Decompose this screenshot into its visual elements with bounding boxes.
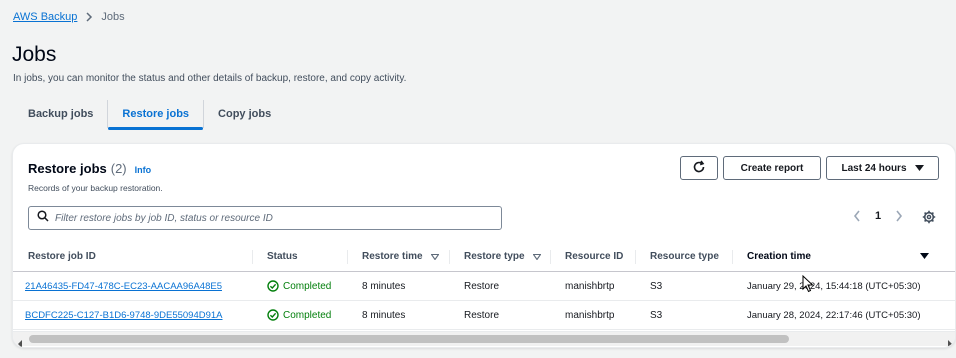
resource-type: S3 bbox=[650, 280, 663, 292]
page-title: Jobs bbox=[12, 43, 57, 66]
check-circle-icon bbox=[267, 280, 279, 292]
job-id-link[interactable]: BCDFC225-C127-B1D6-9748-9DE55094D91A bbox=[25, 310, 223, 321]
column-status[interactable]: Status bbox=[253, 242, 348, 271]
create-report-button[interactable]: Create report bbox=[723, 156, 821, 180]
resource-id: manishbrtp bbox=[565, 280, 615, 292]
restore-jobs-panel: Restore jobs (2) Info Records of your ba… bbox=[12, 143, 956, 348]
check-circle-icon bbox=[267, 309, 279, 321]
restore-type: Restore bbox=[464, 280, 500, 292]
resource-type: S3 bbox=[650, 309, 663, 321]
tab-copy-jobs[interactable]: Copy jobs bbox=[204, 98, 285, 130]
restore-jobs-table: Restore job ID Status Restore time Resto… bbox=[13, 242, 955, 330]
job-count: (2) bbox=[110, 161, 127, 176]
column-resource-type[interactable]: Resource type bbox=[636, 242, 733, 271]
mouse-cursor-icon bbox=[802, 274, 814, 298]
status-badge: Completed bbox=[267, 280, 331, 292]
breadcrumb-jobs: Jobs bbox=[101, 11, 125, 23]
breadcrumb-aws-backup[interactable]: AWS Backup bbox=[13, 11, 77, 23]
tab-backup-jobs[interactable]: Backup jobs bbox=[14, 98, 107, 130]
tab-restore-jobs[interactable]: Restore jobs bbox=[108, 98, 203, 130]
refresh-icon bbox=[692, 160, 706, 177]
chevron-right-icon bbox=[85, 12, 93, 22]
resource-id: manishbrtp bbox=[565, 309, 615, 321]
info-link[interactable]: Info bbox=[135, 165, 152, 175]
column-restore-time-label: Restore time bbox=[362, 251, 423, 262]
table-row: 21A46435-FD47-478C-EC23-AACAA96A48E5 Com… bbox=[13, 272, 955, 301]
column-restore-time[interactable]: Restore time bbox=[348, 242, 450, 271]
tabs: Backup jobs Restore jobs Copy jobs bbox=[14, 98, 285, 130]
column-restore-job-id[interactable]: Restore job ID bbox=[13, 242, 253, 271]
refresh-button[interactable] bbox=[680, 156, 718, 180]
horizontal-scrollbar[interactable] bbox=[13, 331, 955, 347]
status-text: Completed bbox=[283, 309, 332, 321]
status-text: Completed bbox=[283, 280, 332, 292]
time-range-label: Last 24 hours bbox=[841, 162, 907, 174]
sort-desc-icon bbox=[920, 251, 929, 262]
caret-down-icon bbox=[914, 163, 924, 174]
panel-header: Restore jobs (2) Info bbox=[28, 161, 151, 176]
search-icon bbox=[37, 209, 49, 227]
page-description: In jobs, you can monitor the status and … bbox=[13, 73, 407, 84]
settings-icon[interactable] bbox=[922, 210, 936, 224]
scrollbar-thumb[interactable] bbox=[29, 335, 789, 343]
sort-icon bbox=[532, 253, 541, 260]
table-row: BCDFC225-C127-B1D6-9748-9DE55094D91A Com… bbox=[13, 301, 955, 330]
restore-time: 8 minutes bbox=[362, 280, 406, 292]
panel-title: Restore jobs bbox=[28, 161, 107, 176]
breadcrumb: AWS Backup Jobs bbox=[13, 11, 125, 23]
scroll-right-icon[interactable] bbox=[947, 335, 953, 347]
restore-type: Restore bbox=[464, 309, 500, 321]
column-restore-type-label: Restore type bbox=[464, 251, 525, 262]
time-range-dropdown[interactable]: Last 24 hours bbox=[826, 156, 939, 180]
chevron-right-icon[interactable] bbox=[895, 210, 903, 222]
table-header: Restore job ID Status Restore time Resto… bbox=[13, 242, 955, 272]
page-number[interactable]: 1 bbox=[875, 210, 881, 222]
search-input[interactable] bbox=[55, 212, 495, 224]
status-badge: Completed bbox=[267, 309, 331, 321]
column-resource-id[interactable]: Resource ID bbox=[551, 242, 636, 271]
chevron-left-icon[interactable] bbox=[853, 210, 861, 222]
creation-time: January 29, 2024, 15:44:18 (UTC+05:30) bbox=[747, 280, 921, 292]
column-restore-type[interactable]: Restore type bbox=[450, 242, 551, 271]
creation-time: January 28, 2024, 22:17:46 (UTC+05:30) bbox=[747, 309, 921, 321]
job-id-link[interactable]: 21A46435-FD47-478C-EC23-AACAA96A48E5 bbox=[25, 281, 222, 292]
column-creation-time[interactable]: Creation time bbox=[733, 242, 943, 271]
scroll-left-icon[interactable] bbox=[17, 335, 23, 347]
search-bar bbox=[28, 206, 502, 230]
sort-icon bbox=[430, 253, 439, 260]
pagination: 1 bbox=[853, 210, 903, 222]
panel-description: Records of your backup restoration. bbox=[28, 183, 163, 193]
column-creation-time-label: Creation time bbox=[747, 251, 811, 262]
restore-time: 8 minutes bbox=[362, 309, 406, 321]
